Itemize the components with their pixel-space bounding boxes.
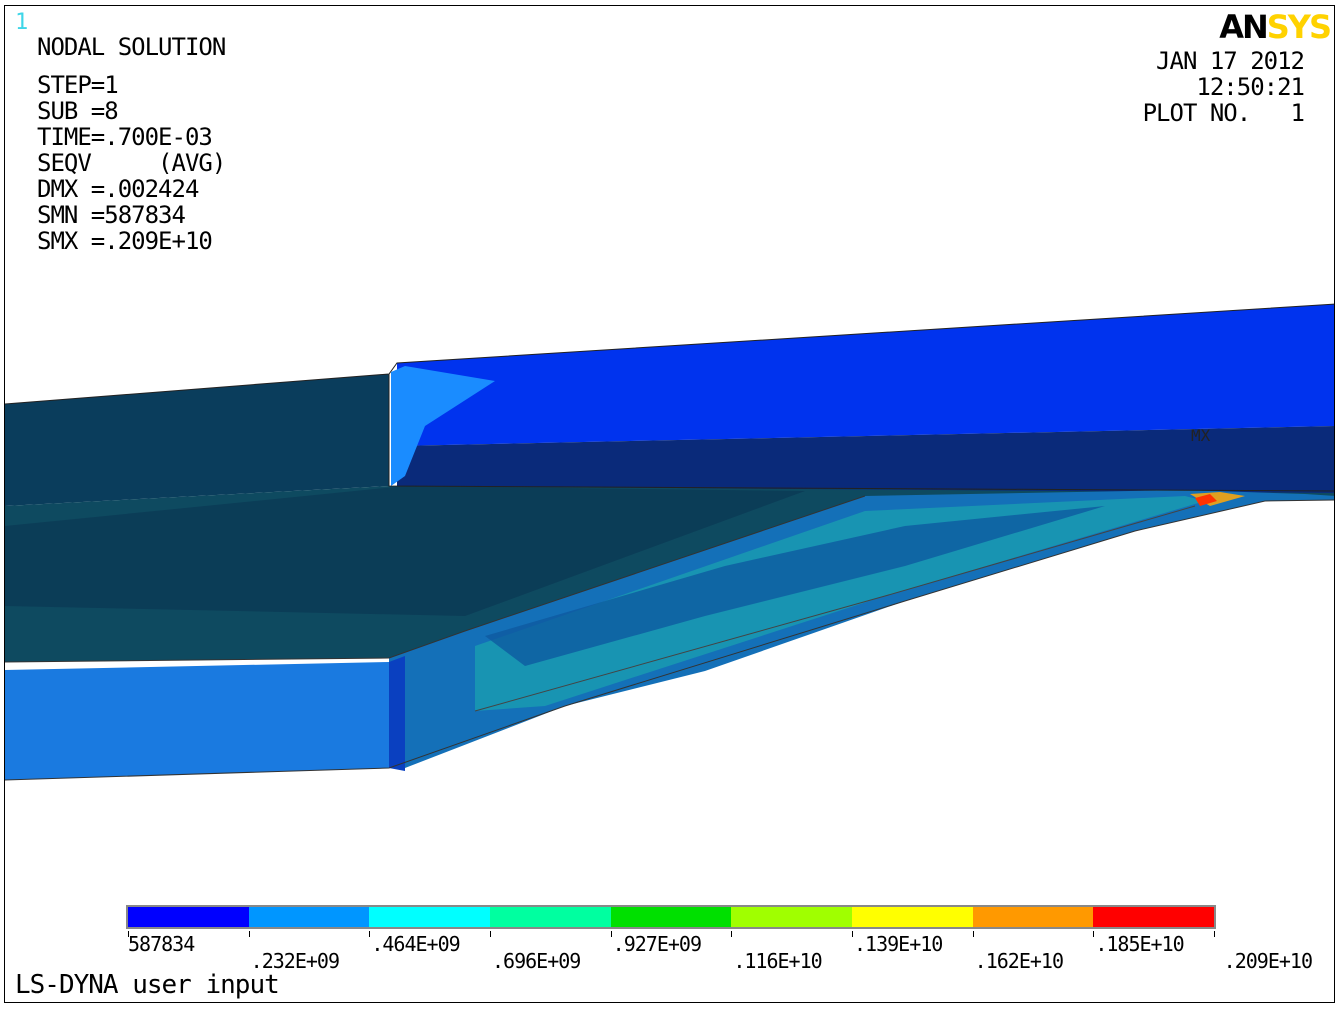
- legend-tick-7: [972, 931, 974, 937]
- plot-time: 12:50:21: [1196, 73, 1305, 101]
- legend-label-5: .116E+10: [733, 949, 822, 973]
- legend-swatch-0: [128, 907, 249, 927]
- info-seqv: SEQV (AVG): [37, 149, 226, 177]
- plot-number: PLOT NO. 1: [1142, 99, 1305, 127]
- legend-tick-4: [610, 931, 612, 937]
- graphics-window[interactable]: 1 ANSYS NODAL SOLUTION STEP=1 SUB =8 TIM…: [4, 5, 1335, 1003]
- contour-legend-bar: [126, 905, 1216, 929]
- legend-label-6: .139E+10: [854, 932, 943, 956]
- plot-header: JAN 17 2012 12:50:21 PLOT NO. 1: [1142, 47, 1305, 127]
- info-smn: SMN =587834: [37, 201, 186, 229]
- info-smx: SMX =.209E+10: [37, 227, 213, 255]
- legend-tick-2: [369, 931, 371, 937]
- legend-swatch-2: [369, 907, 491, 927]
- solution-info: NODAL SOLUTION STEP=1 SUB =8 TIME=.700E-…: [37, 33, 226, 255]
- legend-swatch-4: [610, 907, 732, 927]
- lower-beam-edge: [389, 656, 405, 771]
- info-step: STEP=1: [37, 71, 119, 99]
- legend-label-7: .162E+10: [974, 949, 1064, 973]
- solution-title: NODAL SOLUTION: [37, 33, 226, 61]
- upper-beam-top: [397, 304, 1334, 446]
- legend-swatch-3: [490, 907, 611, 927]
- legend-label-0: 587834: [128, 932, 195, 956]
- legend-tick-3: [490, 931, 491, 937]
- ansys-logo: ANSYS: [1219, 8, 1332, 46]
- legend-label-4: .927E+09: [612, 932, 702, 956]
- legend-tick-1: [248, 931, 250, 937]
- window-number: 1: [15, 10, 29, 35]
- legend-label-8: .185E+10: [1095, 932, 1184, 956]
- legend-swatch-6: [852, 907, 973, 927]
- info-sub: SUB =8: [37, 97, 119, 125]
- plot-date: JAN 17 2012: [1156, 47, 1305, 75]
- legend-swatch-8: [1093, 907, 1215, 927]
- info-time: TIME=.700E-03: [37, 123, 213, 151]
- legend-tick-6: [852, 931, 853, 937]
- legend-label-9: .209E+10: [1223, 949, 1313, 973]
- lower-beam: [5, 662, 389, 780]
- legend-swatch-5: [731, 907, 853, 927]
- legend-swatch-1: [248, 907, 370, 927]
- upper-beam-side: [5, 374, 389, 506]
- footer-title: LS-DYNA user input: [15, 970, 280, 1000]
- max-marker: MX: [1191, 426, 1211, 445]
- legend-tick-8: [1093, 931, 1095, 937]
- legend-tick-5: [731, 931, 733, 937]
- info-dmx: DMX =.002424: [37, 175, 199, 203]
- legend-label-2: .464E+09: [371, 932, 460, 956]
- legend-label-3: .696E+09: [492, 949, 581, 973]
- legend-swatch-7: [972, 907, 1094, 927]
- legend-tick-9: [1214, 931, 1215, 937]
